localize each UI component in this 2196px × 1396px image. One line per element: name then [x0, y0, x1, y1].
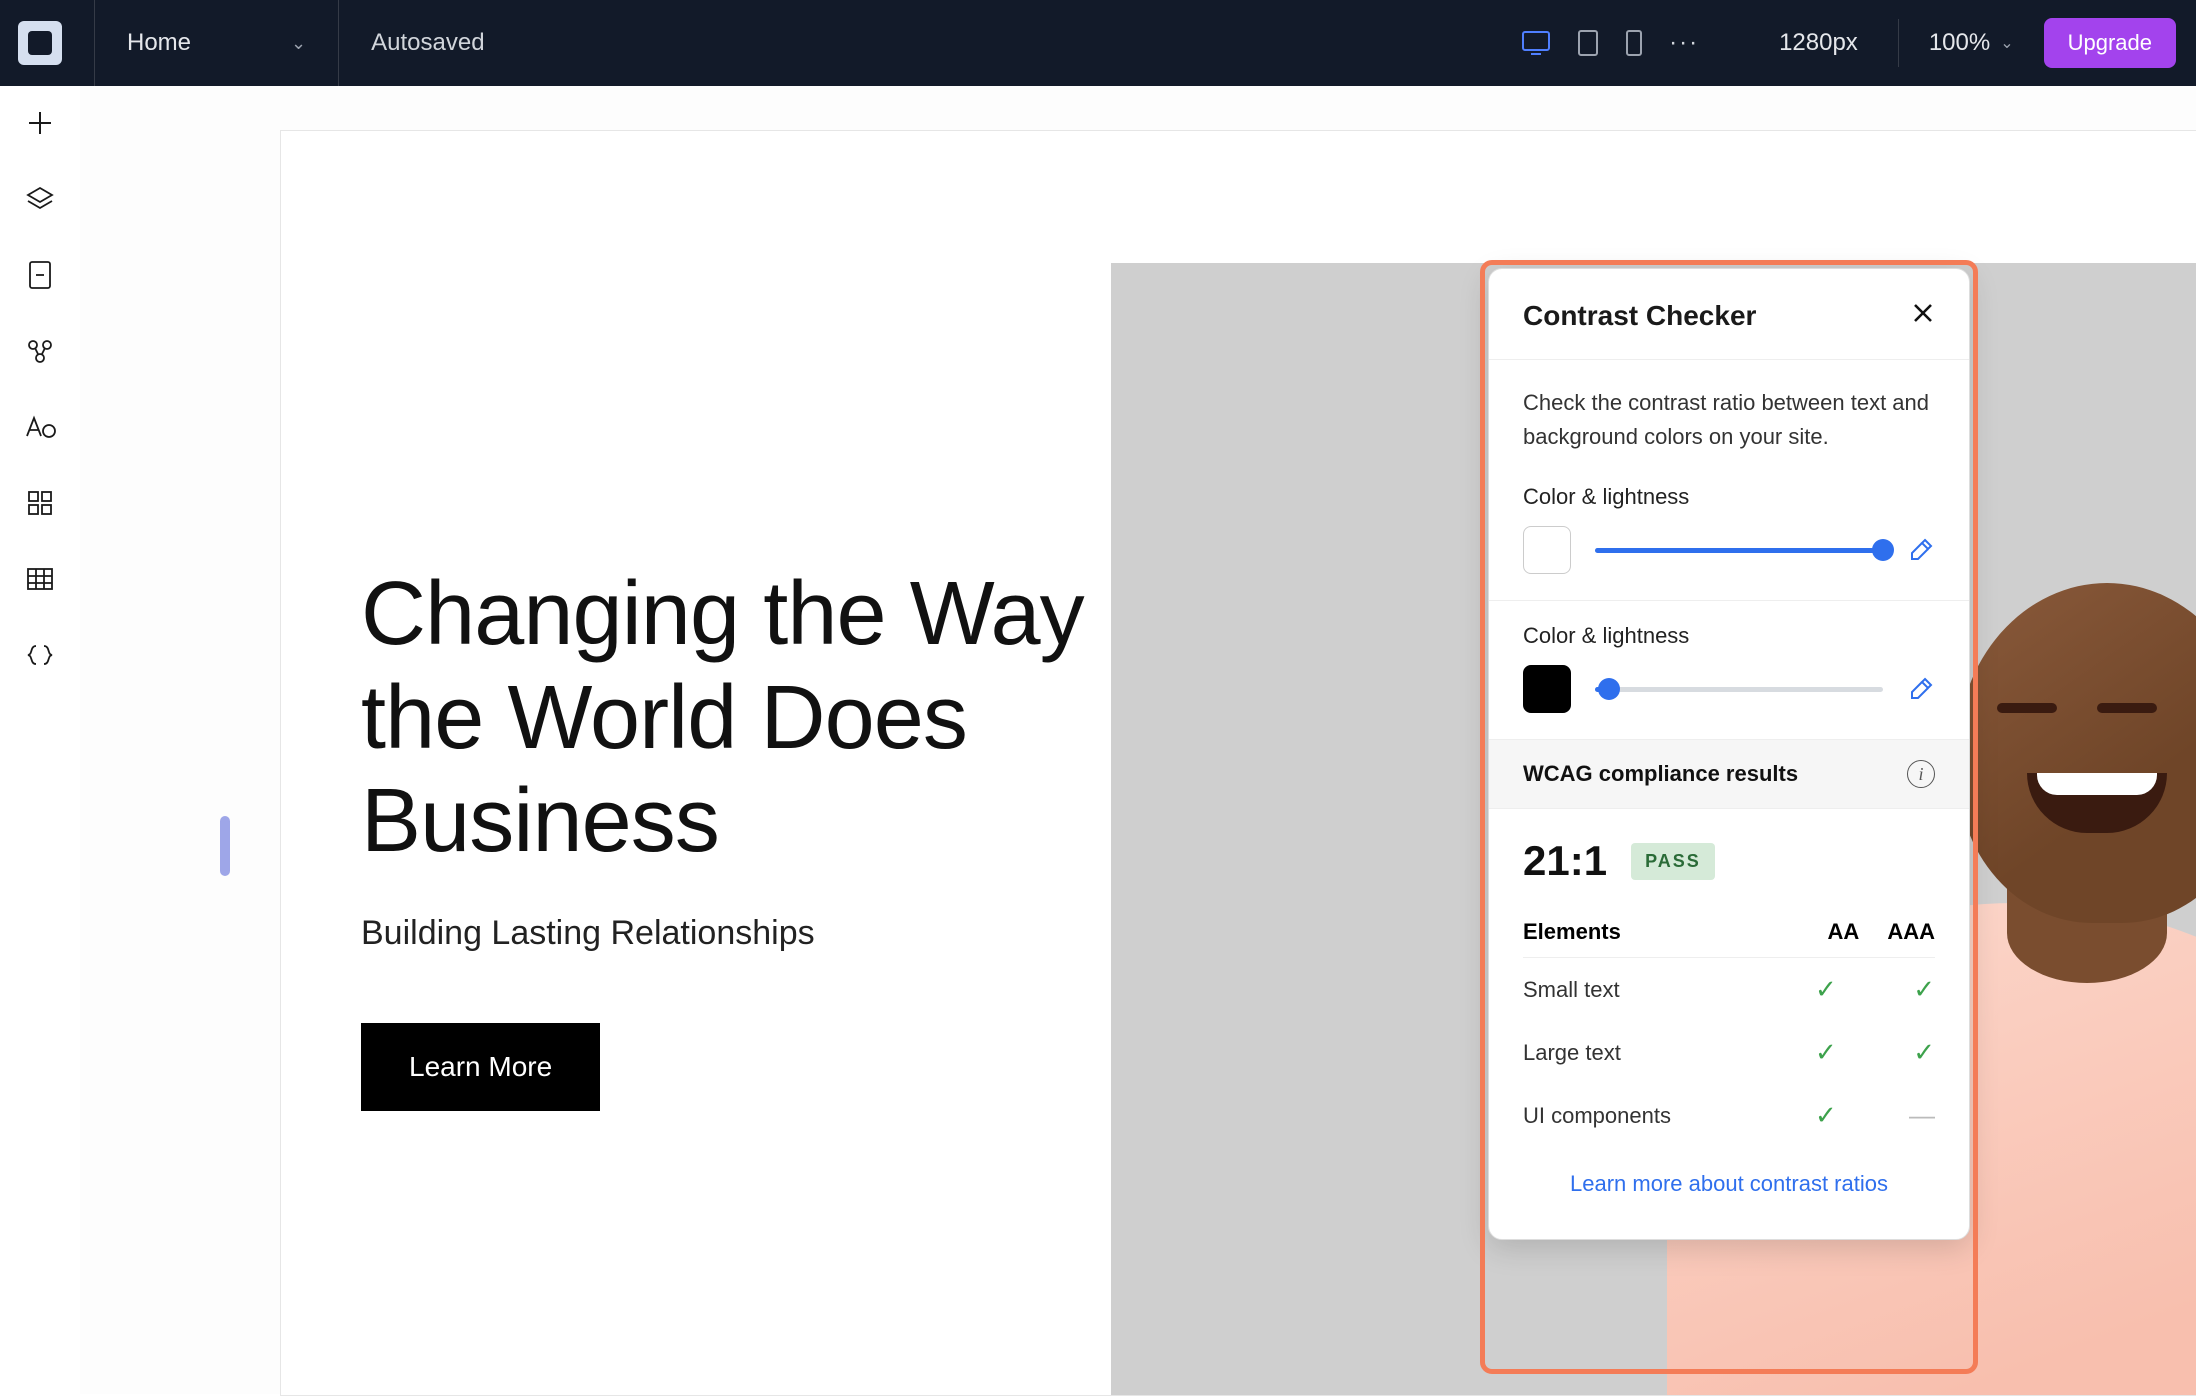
- upgrade-button[interactable]: Upgrade: [2044, 18, 2176, 68]
- background-lightness-slider[interactable]: [1595, 687, 1883, 692]
- foreground-color-swatch[interactable]: [1523, 526, 1571, 574]
- compliance-row: UI components ✓ —: [1523, 1084, 1935, 1147]
- text-styles-icon[interactable]: [23, 410, 57, 444]
- page-selector[interactable]: Home ⌄: [127, 29, 306, 57]
- check-icon: ✓: [1815, 1100, 1837, 1131]
- aaa-column-header: AAA: [1887, 919, 1935, 945]
- canvas-area: Desktop (Primary) Changing the Way the W…: [80, 86, 2196, 1394]
- layers-icon[interactable]: [23, 182, 57, 216]
- close-icon[interactable]: [1911, 299, 1935, 333]
- contrast-ratio-value: 21:1: [1523, 837, 1607, 885]
- color-lightness-label-1: Color & lightness: [1523, 484, 1935, 510]
- element-name: UI components: [1523, 1103, 1671, 1129]
- aa-column-header: AA: [1828, 919, 1860, 945]
- zoom-value: 100%: [1929, 29, 1990, 57]
- code-icon[interactable]: [23, 638, 57, 672]
- dash-icon: —: [1909, 1100, 1935, 1131]
- hero-text-column: Changing the Way the World Does Business…: [281, 263, 1111, 1395]
- data-icon[interactable]: [23, 562, 57, 596]
- chevron-down-icon: ⌄: [2000, 33, 2013, 53]
- section-indicator[interactable]: [220, 816, 230, 876]
- app-logo[interactable]: [18, 21, 62, 65]
- divider: [338, 0, 339, 86]
- learn-more-link[interactable]: Learn more about contrast ratios: [1523, 1147, 1935, 1227]
- mobile-icon[interactable]: [1625, 29, 1643, 57]
- cms-icon[interactable]: [23, 334, 57, 368]
- apps-icon[interactable]: [23, 486, 57, 520]
- more-breakpoints-icon[interactable]: ···: [1669, 29, 1699, 57]
- save-status: Autosaved: [371, 29, 484, 57]
- contrast-checker-title: Contrast Checker: [1523, 300, 1756, 332]
- hero-title[interactable]: Changing the Way the World Does Business: [361, 563, 1111, 874]
- top-toolbar: Home ⌄ Autosaved ··· 1280px 100% ⌄ Upgra…: [0, 0, 2196, 86]
- hero-subtitle[interactable]: Building Lasting Relationships: [361, 914, 1111, 953]
- device-breakpoint-group: ···: [1521, 29, 1739, 57]
- check-icon: ✓: [1815, 974, 1837, 1005]
- eyedropper-icon[interactable]: [1907, 536, 1935, 564]
- elements-column-header: Elements: [1523, 919, 1621, 945]
- element-name: Large text: [1523, 1040, 1621, 1066]
- page-icon[interactable]: [23, 258, 57, 292]
- page-name: Home: [127, 29, 191, 57]
- add-icon[interactable]: [23, 106, 57, 140]
- compliance-row: Small text ✓ ✓: [1523, 958, 1935, 1021]
- foreground-lightness-slider[interactable]: [1595, 548, 1883, 553]
- pass-badge: PASS: [1631, 843, 1715, 880]
- desktop-icon[interactable]: [1521, 30, 1551, 56]
- tablet-icon[interactable]: [1577, 29, 1599, 57]
- check-icon: ✓: [1913, 1037, 1935, 1068]
- compliance-row: Large text ✓ ✓: [1523, 1021, 1935, 1084]
- element-name: Small text: [1523, 977, 1620, 1003]
- contrast-description: Check the contrast ratio between text an…: [1523, 386, 1935, 454]
- info-icon[interactable]: i: [1907, 760, 1935, 788]
- contrast-checker-panel: Contrast Checker Check the contrast rati…: [1488, 268, 1970, 1240]
- color-lightness-label-2: Color & lightness: [1523, 623, 1935, 649]
- divider: [94, 0, 95, 86]
- breakpoint-width[interactable]: 1280px: [1739, 29, 1898, 57]
- eyedropper-icon[interactable]: [1907, 675, 1935, 703]
- check-icon: ✓: [1913, 974, 1935, 1005]
- left-tool-rail: [0, 86, 80, 1394]
- background-color-swatch[interactable]: [1523, 665, 1571, 713]
- wcag-results-header: WCAG compliance results: [1523, 761, 1798, 787]
- check-icon: ✓: [1815, 1037, 1837, 1068]
- zoom-selector[interactable]: 100% ⌄: [1899, 29, 2044, 57]
- chevron-down-icon: ⌄: [291, 33, 306, 54]
- learn-more-button[interactable]: Learn More: [361, 1023, 600, 1111]
